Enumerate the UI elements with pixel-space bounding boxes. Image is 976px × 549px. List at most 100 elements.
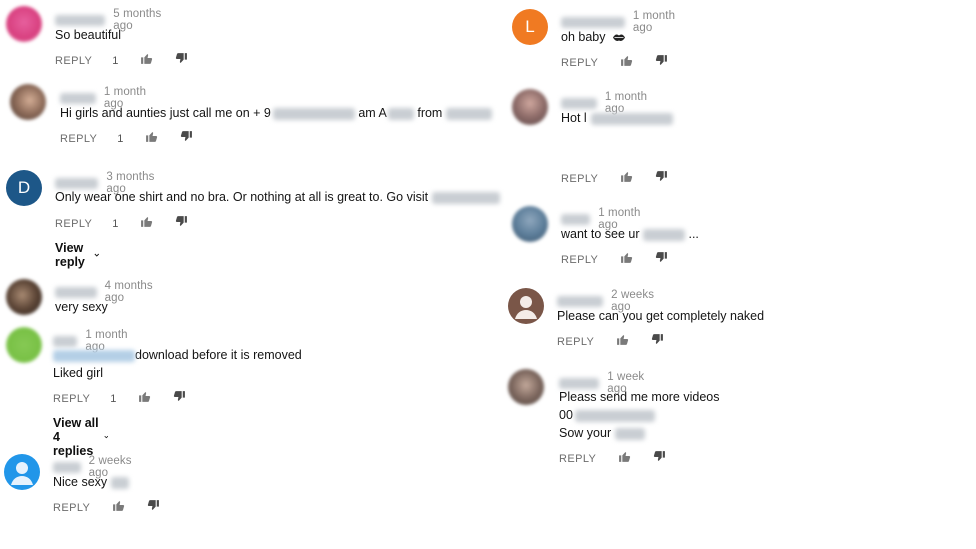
comment-text-line2: 00 xyxy=(559,407,655,423)
thumbs-up-icon[interactable] xyxy=(145,130,158,148)
avatar[interactable] xyxy=(512,206,548,242)
thumbs-down-icon[interactable] xyxy=(653,450,666,468)
redacted-username xyxy=(55,14,106,26)
comment-text: Pleass send me more videos xyxy=(559,390,720,404)
comment-timestamp: 5 months ago xyxy=(113,8,162,32)
chevron-down-icon xyxy=(94,253,100,257)
thumbs-down-icon[interactable] xyxy=(147,499,160,517)
redacted-text xyxy=(445,107,492,120)
thumbs-down-icon[interactable] xyxy=(651,333,664,351)
thumbs-down-icon[interactable] xyxy=(655,54,668,72)
comment-text-part: am A xyxy=(358,106,387,120)
reply-button[interactable]: REPLY xyxy=(55,55,92,67)
comment-text-line2: Liked girl xyxy=(53,366,104,380)
avatar[interactable] xyxy=(4,454,40,490)
redacted-username xyxy=(561,97,597,109)
redacted-text xyxy=(614,427,645,440)
redacted-username xyxy=(557,295,604,307)
reply-button[interactable]: REPLY xyxy=(559,453,596,465)
comment-timestamp: 4 months ago xyxy=(104,280,153,304)
thumbs-up-icon[interactable] xyxy=(618,450,631,468)
avatar[interactable] xyxy=(10,84,46,120)
redacted-text xyxy=(574,409,655,422)
thumbs-down-icon[interactable] xyxy=(173,390,186,408)
reply-button[interactable]: REPLY xyxy=(53,502,90,514)
reply-button[interactable]: REPLY xyxy=(561,173,598,185)
comment-text: Only wear one shirt and no bra. Or nothi… xyxy=(55,189,500,205)
comment-text: Hot l xyxy=(561,110,673,126)
view-reply-link[interactable]: View reply xyxy=(55,241,100,269)
comment-text: want to see ur ... xyxy=(561,226,699,242)
avatar[interactable]: L xyxy=(512,9,548,45)
redacted-username xyxy=(55,286,97,298)
comment-actions: REPLY xyxy=(53,499,160,517)
comment-text-part: Only wear one shirt and no bra. Or nothi… xyxy=(55,190,429,204)
comment-text-line3: Sow your xyxy=(559,425,645,441)
avatar[interactable] xyxy=(6,279,42,315)
avatar[interactable] xyxy=(508,369,544,405)
reply-button[interactable]: REPLY xyxy=(55,218,92,230)
reply-button[interactable]: REPLY xyxy=(557,336,594,348)
avatar[interactable] xyxy=(508,288,544,324)
like-count: 1 xyxy=(112,218,119,230)
thumbs-up-icon[interactable] xyxy=(616,333,629,351)
kiss-lips-icon xyxy=(612,34,625,42)
thumbs-down-icon[interactable] xyxy=(175,52,188,70)
thumbs-up-icon[interactable] xyxy=(140,52,153,70)
redacted-username xyxy=(561,213,591,225)
reply-button[interactable]: REPLY xyxy=(53,393,90,405)
redacted-link[interactable] xyxy=(53,349,135,362)
avatar[interactable] xyxy=(6,6,42,42)
redacted-username xyxy=(53,335,78,347)
view-reply-label: View reply xyxy=(55,241,85,269)
like-count: 1 xyxy=(110,393,117,405)
comment-text: oh baby xyxy=(561,29,625,45)
thumbs-up-icon[interactable] xyxy=(620,54,633,72)
avatar[interactable] xyxy=(512,89,548,125)
like-count: 1 xyxy=(117,133,124,145)
comment-actions: REPLY xyxy=(561,170,668,188)
comment-actions: REPLY 1 xyxy=(53,390,186,408)
thumbs-up-icon[interactable] xyxy=(112,499,125,517)
redacted-text xyxy=(110,476,129,489)
default-person-icon xyxy=(11,462,33,485)
thumbs-up-icon[interactable] xyxy=(620,170,633,188)
redacted-text xyxy=(590,112,673,125)
comment-actions: REPLY xyxy=(557,333,664,351)
comment-text-part: ... xyxy=(688,227,699,241)
reply-button[interactable]: REPLY xyxy=(561,57,598,69)
comment-text-part: from xyxy=(417,106,443,120)
thumbs-down-icon[interactable] xyxy=(175,215,188,233)
comment-text-part: Hi girls and aunties just call me on + 9 xyxy=(60,106,271,120)
comment-text: Hi girls and aunties just call me on + 9… xyxy=(60,105,492,121)
view-all-replies-link[interactable]: View all 4 replies xyxy=(53,416,108,458)
comment-text: download before it is removed xyxy=(53,347,302,363)
redacted-text xyxy=(431,191,500,204)
thumbs-down-icon[interactable] xyxy=(655,251,668,269)
redacted-username xyxy=(559,377,600,389)
comment-actions: REPLY 1 xyxy=(60,130,193,148)
redacted-text xyxy=(643,228,685,241)
thumbs-up-icon[interactable] xyxy=(140,215,153,233)
comment-text: very sexy xyxy=(55,300,108,314)
thumbs-up-icon[interactable] xyxy=(138,390,151,408)
avatar[interactable] xyxy=(6,327,42,363)
redacted-text xyxy=(272,107,355,120)
avatar[interactable]: D xyxy=(6,170,42,206)
comment-text: Please can you get completely naked xyxy=(557,309,765,323)
redacted-username xyxy=(55,177,99,189)
comment-actions: REPLY xyxy=(559,450,666,468)
comment-actions: REPLY xyxy=(561,54,668,72)
comment-text-part: Sow your xyxy=(559,426,612,440)
redacted-username xyxy=(561,16,625,28)
thumbs-down-icon[interactable] xyxy=(180,130,193,148)
reply-button[interactable]: REPLY xyxy=(561,254,598,266)
thumbs-down-icon[interactable] xyxy=(655,170,668,188)
chevron-down-icon xyxy=(104,435,108,439)
reply-button[interactable]: REPLY xyxy=(60,133,97,145)
thumbs-up-icon[interactable] xyxy=(620,251,633,269)
comment-timestamp: 1 month ago xyxy=(632,10,676,34)
default-person-icon xyxy=(515,296,537,319)
view-replies-label: View all 4 replies xyxy=(53,416,99,458)
comment-text-part: oh baby xyxy=(561,30,606,44)
